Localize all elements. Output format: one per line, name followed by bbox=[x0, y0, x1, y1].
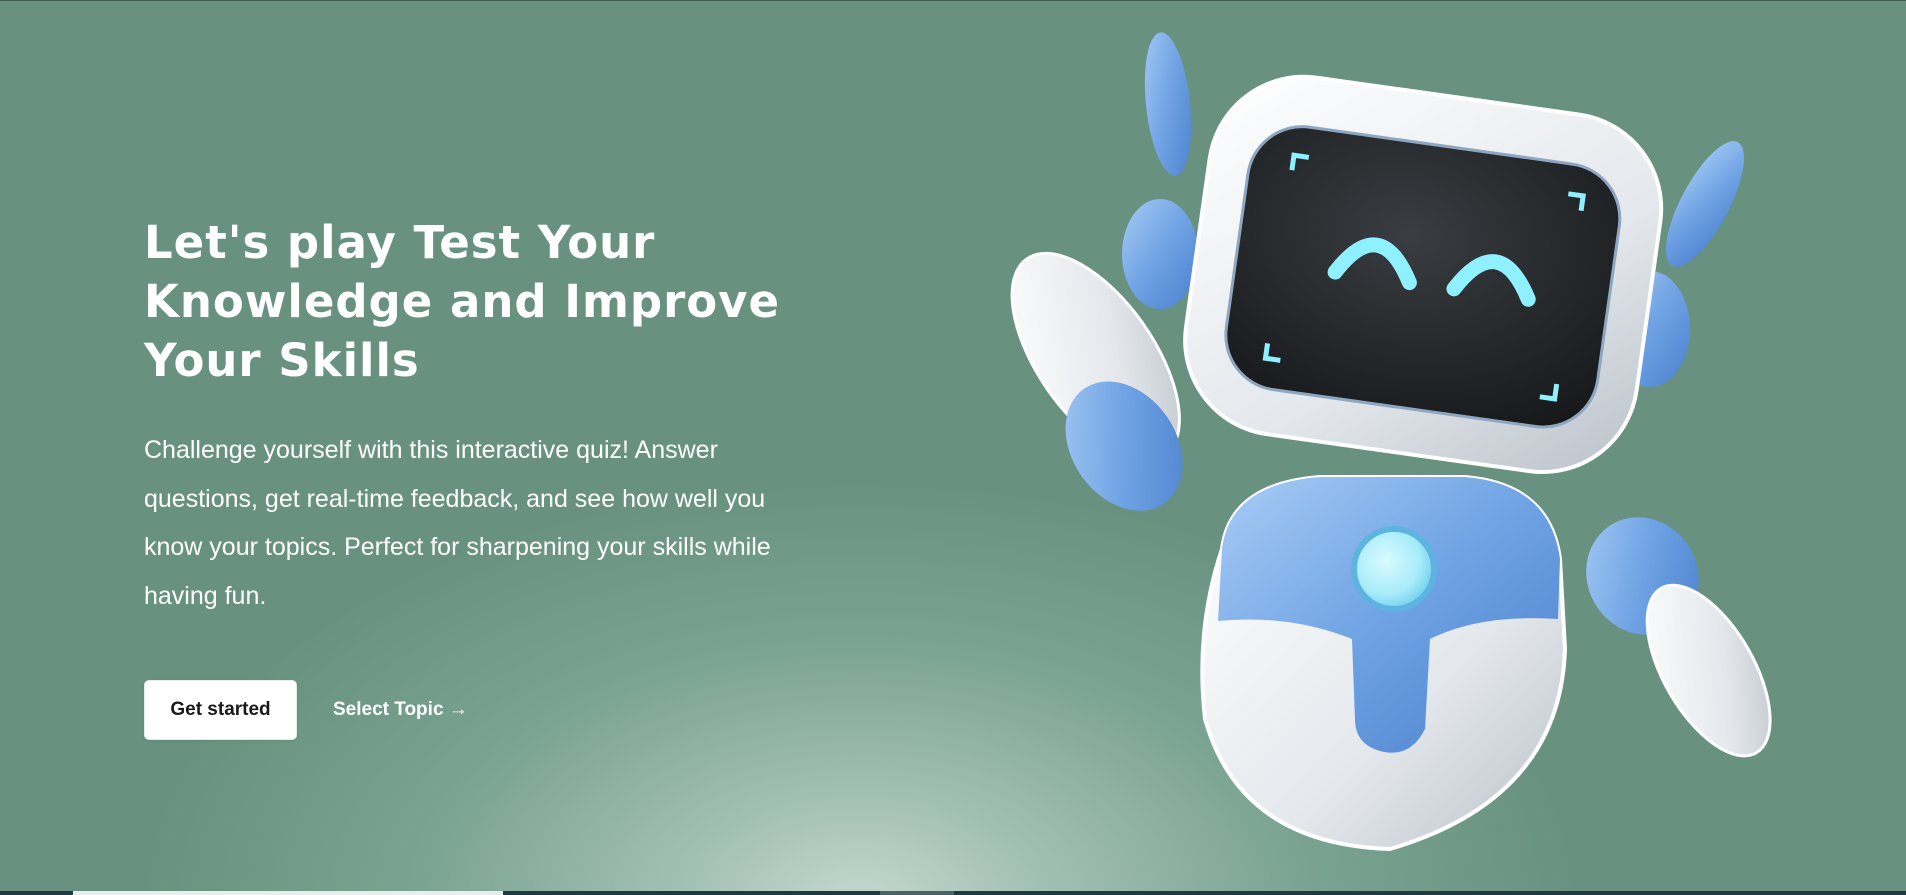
scrollbar-thumb[interactable] bbox=[73, 891, 503, 895]
get-started-button[interactable]: Get started bbox=[144, 680, 297, 740]
page: Let's play Test Your Knowledge and Impro… bbox=[0, 0, 1906, 895]
hero-description: Challenge yourself with this interactive… bbox=[144, 436, 771, 610]
scrollbar-segment bbox=[880, 891, 954, 895]
hero-title: Let's play Test Your Knowledge and Impro… bbox=[144, 216, 781, 387]
select-topic-link[interactable]: Select Topic → bbox=[333, 699, 468, 721]
robot-mascot-icon bbox=[1010, 32, 1772, 852]
hero-actions: Get started Select Topic → bbox=[144, 680, 468, 740]
hero-section: Let's play Test Your Knowledge and Impro… bbox=[0, 0, 1906, 892]
hero-content: Let's play Test Your Knowledge and Impro… bbox=[144, 213, 824, 620]
horizontal-scrollbar[interactable] bbox=[0, 891, 1906, 895]
